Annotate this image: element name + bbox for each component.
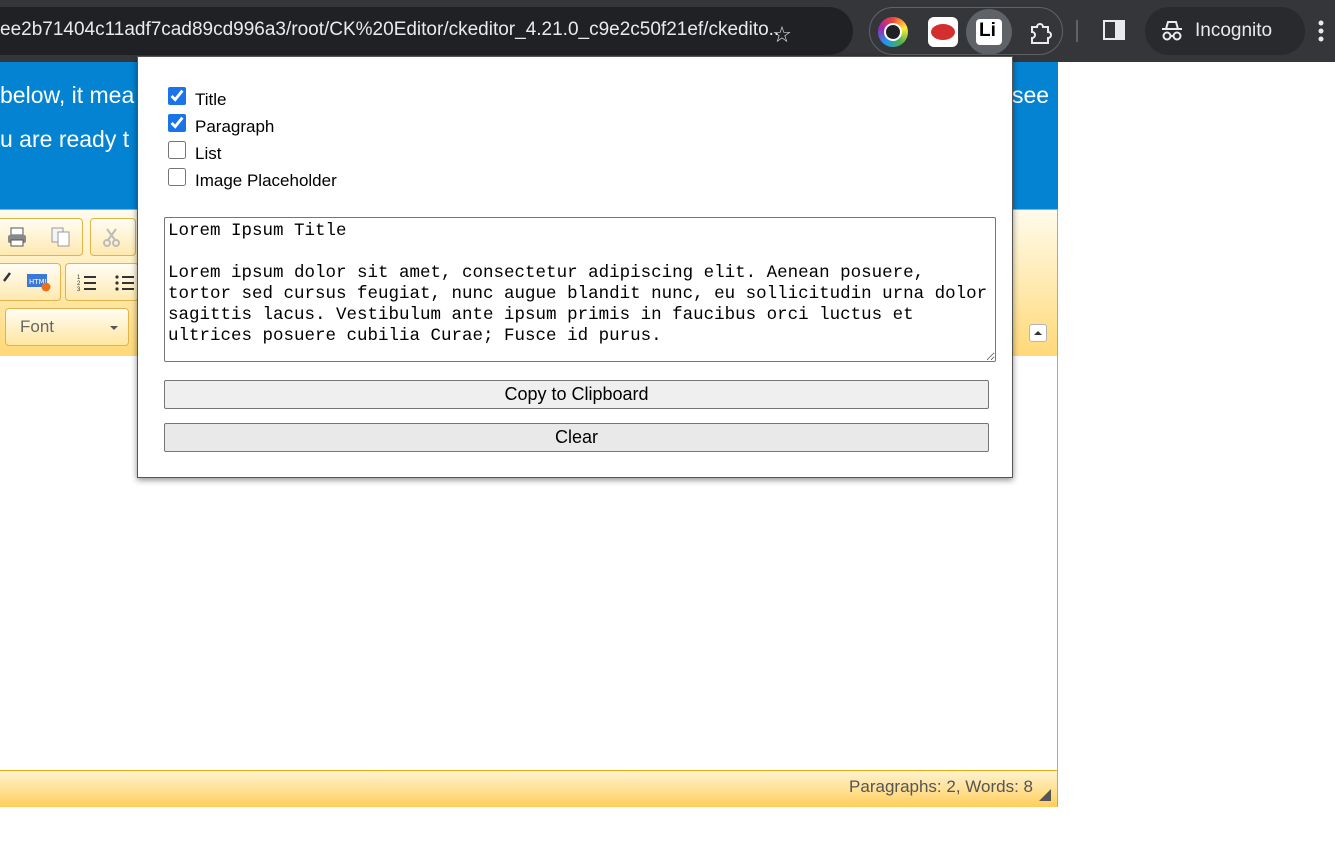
generated-text-output[interactable] [164, 217, 996, 362]
list-checkbox[interactable] [168, 141, 186, 159]
collapse-toolbar-button[interactable] [1029, 324, 1047, 342]
incognito-label: Incognito [1195, 20, 1273, 41]
editor-status-bar: Paragraphs: 2, Words: 8 [0, 770, 1057, 807]
svg-text:3: 3 [77, 287, 81, 293]
banner-text-line1: below, it mea [0, 82, 135, 108]
banner-text-line2: u are ready t [0, 126, 130, 152]
toolbar-group-insert: HTML [0, 263, 61, 301]
title-checkbox[interactable] [168, 87, 186, 105]
templates-icon[interactable] [50, 226, 72, 248]
chevron-down-icon [110, 326, 118, 330]
html-snippet-icon[interactable]: HTML [26, 271, 51, 293]
content-generator-popup: Title Paragraph List Image Placeholder C… [137, 56, 1013, 478]
toolbar-group-clipboard [90, 218, 136, 256]
address-bar[interactable]: ee2b71404c11adf7cad89cd996a3/root/CK%20E… [0, 7, 853, 55]
numbered-list-icon[interactable]: 123 [76, 271, 98, 293]
toolbar-group-lists: 123 [65, 263, 139, 301]
side-panel-icon[interactable] [1102, 18, 1126, 42]
font-family-dropdown[interactable]: Font [5, 308, 129, 346]
linkedin-extension-icon[interactable]: Li [976, 19, 1002, 45]
ruby-extension-icon[interactable] [928, 17, 958, 47]
url-text[interactable]: ee2b71404c11adf7cad89cd996a3/root/CK%20E… [0, 19, 780, 41]
toolbar-separator [1076, 20, 1078, 42]
toolbar-group-document [0, 218, 83, 256]
browser-menu-icon[interactable] [1314, 16, 1328, 46]
copy-to-clipboard-button[interactable]: Copy to Clipboard [164, 380, 989, 409]
incognito-indicator[interactable]: Incognito [1145, 7, 1305, 55]
paragraph-option-label: Paragraph [195, 117, 275, 136]
resize-grip-icon[interactable] [1039, 789, 1051, 801]
paragraph-checkbox[interactable] [168, 114, 186, 132]
browser-toolbar: ee2b71404c11adf7cad89cd996a3/root/CK%20E… [0, 0, 1335, 62]
puzzle-extensions-icon[interactable] [1026, 17, 1056, 47]
image-placeholder-checkbox[interactable] [168, 168, 186, 186]
bulleted-list-icon[interactable] [114, 271, 136, 293]
clear-button[interactable]: Clear [164, 423, 989, 452]
word-count-status: Paragraphs: 2, Words: 8 [849, 777, 1033, 796]
print-icon[interactable] [6, 226, 28, 248]
list-option-label: List [195, 144, 222, 163]
incognito-icon [1160, 20, 1184, 47]
extensions-group: Li [869, 7, 1063, 55]
image-placeholder-option-label: Image Placeholder [195, 171, 337, 190]
color-picker-extension-icon[interactable] [878, 17, 908, 47]
bookmark-star-icon[interactable]: ☆ [768, 21, 796, 49]
brush-icon[interactable] [2, 271, 24, 293]
banner-text-line1-end: see [1012, 82, 1050, 108]
font-combo-label: Font [20, 317, 55, 336]
title-option-label: Title [195, 90, 227, 109]
cut-icon[interactable] [101, 226, 123, 248]
